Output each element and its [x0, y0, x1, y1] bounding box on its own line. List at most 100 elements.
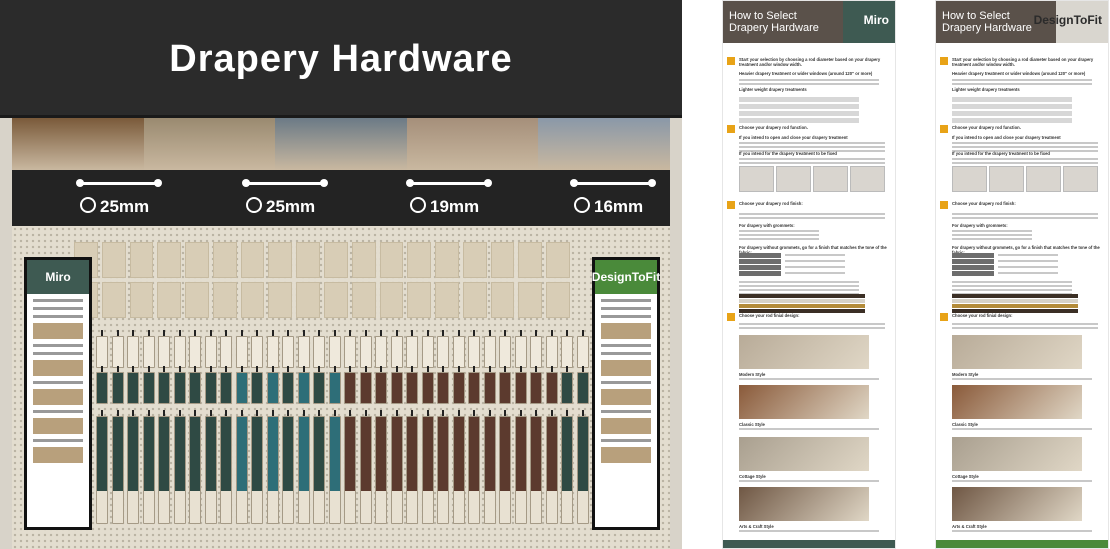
size-table-row: [739, 118, 859, 123]
text-line: [739, 327, 885, 329]
text-line: [998, 254, 1058, 256]
product-package: [406, 336, 418, 368]
brochure-title-line2: Drapery Hardware: [942, 22, 1032, 34]
product-package: [344, 416, 356, 524]
product-package: [421, 372, 434, 404]
hardware-photo: [850, 166, 885, 192]
step-sub: If you intend to open and close your dra…: [952, 135, 1061, 140]
text-line: [739, 530, 879, 532]
sample-tile: [518, 282, 543, 318]
product-package: [468, 372, 480, 404]
product-package: [344, 372, 356, 404]
product-package: [499, 336, 511, 368]
brochure-header: How to Select Drapery Hardware Miro: [723, 1, 895, 43]
sample-tile: [268, 282, 293, 318]
text-line: [785, 266, 845, 268]
sample-tile: [296, 282, 320, 318]
finish-swatch: [739, 265, 781, 270]
product-package: [437, 372, 449, 404]
product-package: [328, 372, 341, 404]
product-package: [483, 336, 496, 368]
product-package: [220, 336, 232, 368]
product-package: [468, 336, 480, 368]
text-line: [739, 323, 885, 325]
finish-stripe: [952, 309, 1078, 313]
text-line: [952, 378, 1092, 380]
product-package: [576, 336, 589, 368]
rod-size-item: 25mm: [206, 170, 356, 226]
brochure-logo: Miro: [863, 13, 889, 27]
step-sub: For drapery with grommets:: [952, 223, 1008, 228]
size-table-row: [952, 111, 1072, 116]
product-package: [189, 416, 201, 524]
sample-tile: [212, 282, 237, 318]
step-sub: Heavier drapery treatment or wider windo…: [739, 71, 873, 76]
text-line: [739, 217, 885, 219]
brochure-title-line1: How to Select: [729, 10, 797, 22]
product-package: [437, 416, 449, 524]
text-line: [952, 428, 1092, 430]
hardware-photo: [776, 166, 811, 192]
rod-icon: [406, 179, 492, 187]
finish-swatch: [739, 253, 781, 258]
product-package: [251, 372, 263, 404]
text-line: [952, 323, 1098, 325]
text-line: [739, 142, 885, 144]
finish-stripe: [952, 304, 1078, 308]
text-line: [952, 158, 1098, 160]
product-package: [111, 416, 124, 524]
product-package: [545, 336, 558, 368]
product-package: [111, 336, 124, 368]
text-line: [952, 285, 1072, 287]
finish-stripe: [739, 299, 865, 303]
step-number-badge: [727, 125, 735, 133]
product-package: [499, 416, 511, 524]
product-package: [483, 416, 496, 524]
product-package: [158, 336, 170, 368]
product-package: [235, 416, 248, 524]
style-photo: [739, 487, 869, 521]
sample-tile: [268, 242, 293, 278]
hardware-photo: [952, 166, 987, 192]
room-photo: [275, 118, 407, 170]
step-heading: Choose your rod finial design:: [739, 313, 800, 318]
left-brand-sign: Miro: [24, 257, 92, 530]
product-package: [235, 336, 248, 368]
step-heading: Choose your drapery rod function.: [952, 125, 1021, 130]
text-line: [952, 327, 1098, 329]
product-package: [220, 416, 232, 524]
hardware-photo: [813, 166, 848, 192]
step-heading: Start your selection by choosing a rod d…: [952, 57, 1094, 67]
product-package: [530, 372, 542, 404]
finish-swatch: [952, 265, 994, 270]
product-package: [266, 336, 279, 368]
product-package: [359, 336, 372, 368]
product-package: [375, 416, 387, 524]
hardware-photo: [989, 166, 1024, 192]
finish-stripe: [739, 304, 865, 308]
product-package: [142, 372, 155, 404]
step-sub: If you intend for the drapery treatment …: [739, 151, 837, 156]
brochure-designtofit: How to Select Drapery Hardware DesignToFit…: [935, 0, 1109, 549]
product-package: [313, 416, 325, 524]
diameter-icon: [410, 197, 426, 213]
size-table-row: [739, 111, 859, 116]
brochure-title: How to Select Drapery Hardware: [729, 10, 819, 34]
style-label: Arts & Craft Style: [952, 524, 987, 529]
text-line: [952, 480, 1092, 482]
product-package: [282, 416, 294, 524]
style-photo: [739, 385, 869, 419]
product-package: [390, 372, 403, 404]
step-number-badge: [727, 57, 735, 65]
text-line: [739, 428, 879, 430]
sample-tile: [185, 242, 209, 278]
style-photo: [739, 335, 869, 369]
style-label: Classic Style: [739, 422, 765, 427]
product-package: [96, 416, 108, 524]
text-line: [952, 142, 1098, 144]
sample-tile: [351, 242, 376, 278]
right-brand-sign: DesignToFit: [592, 257, 660, 530]
product-package: [375, 336, 387, 368]
product-package: [514, 372, 527, 404]
rod-icon: [76, 179, 162, 187]
